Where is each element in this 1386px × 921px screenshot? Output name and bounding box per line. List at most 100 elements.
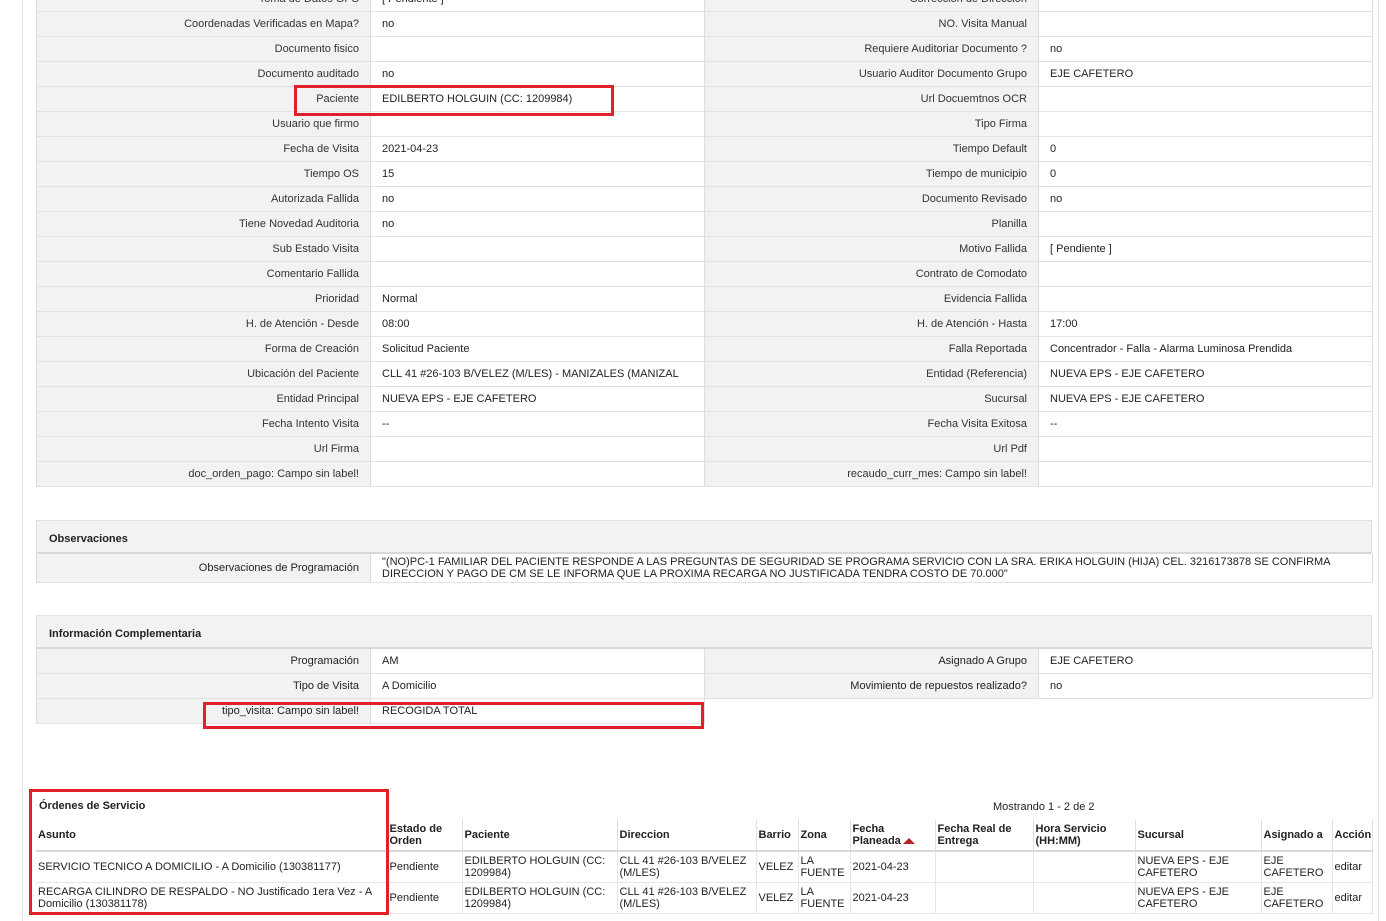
table-row[interactable]: SERVICIO TECNICO A DOMICILIO - A Domicil… xyxy=(36,851,1373,883)
field-value-entidad-principal: NUEVA EPS - EJE CAFETERO xyxy=(370,386,705,412)
column-header-hora-servicio-hh-mm[interactable]: Hora Servicio (HH:MM) xyxy=(1033,819,1136,852)
field-value-sucursal: NUEVA EPS - EJE CAFETERO xyxy=(1038,386,1373,412)
cell-fecha-real xyxy=(935,882,1034,914)
column-header-barrio[interactable]: Barrio xyxy=(756,819,799,852)
field-value-ubicacion-del-paciente: CLL 41 #26-103 B/VELEZ (M/LES) - MANIZAL… xyxy=(370,361,705,387)
observaciones-section: Observaciones Observaciones de Programac… xyxy=(36,520,1373,583)
column-header-asignado-a[interactable]: Asignado a xyxy=(1261,819,1333,852)
cell-estado: Pendiente xyxy=(387,851,463,883)
column-header-paciente[interactable]: Paciente xyxy=(462,819,618,852)
column-header-sucursal[interactable]: Sucursal xyxy=(1135,819,1262,852)
detail-row: Coordenadas Verificadas en Mapa? no NO. Vi… xyxy=(36,11,1373,37)
field-label-url-pdf: Url Pdf xyxy=(704,436,1039,462)
field-label-evidencia-fallida: Evidencia Fallida xyxy=(704,286,1039,312)
field-label-tipo-de-visita: Tipo de Visita xyxy=(36,673,371,699)
field-label-url-firma: Url Firma xyxy=(36,436,371,462)
cell-accion: editar xyxy=(1332,882,1373,914)
cell-accion: editar xyxy=(1332,851,1373,883)
detail-row: Comentario Fallida Contrato de Comodato xyxy=(36,261,1373,287)
column-header-label: Asignado a xyxy=(1263,828,1323,841)
field-label-fecha-de-visita: Fecha de Visita xyxy=(36,136,371,162)
cell-paciente: EDILBERTO HOLGUIN (CC: 1209984) xyxy=(462,851,618,883)
column-header-accion[interactable]: Acción xyxy=(1332,819,1373,852)
column-header-estado-de-orden[interactable]: Estado de Orden xyxy=(387,819,463,852)
column-header-fecha-planeada[interactable]: Fecha Planeada xyxy=(850,819,936,852)
column-header-zona[interactable]: Zona xyxy=(798,819,851,852)
field-label-correccion-de-direccion: Corrección de Dirección xyxy=(704,0,1039,12)
field-label-contrato-de-comodato: Contrato de Comodato xyxy=(704,261,1039,287)
field-label-entidad-referencia: Entidad (Referencia) xyxy=(704,361,1039,387)
field-value-tipo-firma xyxy=(1038,111,1373,137)
field-value-tiempo-default: 0 xyxy=(1038,136,1373,162)
field-label-coordenadas-verificadas-en-mapa: Coordenadas Verificadas en Mapa? xyxy=(36,11,371,37)
field-value-paciente: EDILBERTO HOLGUIN (CC: 1209984) xyxy=(370,86,705,112)
cell-barrio: VELEZ xyxy=(756,882,799,914)
sort-ascending-icon[interactable] xyxy=(902,837,915,844)
field-label-fecha-intento-visita: Fecha Intento Visita xyxy=(36,411,371,437)
field-label-fecha-visita-exitosa: Fecha Visita Exitosa xyxy=(704,411,1039,437)
table-row[interactable]: RECARGA CILINDRO DE RESPALDO - NO Justif… xyxy=(36,882,1373,914)
column-header-label: Barrio xyxy=(758,828,791,841)
field-label-sucursal: Sucursal xyxy=(704,386,1039,412)
field-value-movimiento-de-repuestos-realizado: no xyxy=(1038,673,1373,699)
field-value-usuario-auditor-documento-grupo: EJE CAFETERO xyxy=(1038,61,1373,87)
field-value-tiempo-os: 15 xyxy=(370,161,705,187)
field-label-documento-fisico: Documento fisico xyxy=(36,36,371,62)
column-header-asunto[interactable]: Asunto xyxy=(36,819,388,852)
field-value-sub-estado-visita xyxy=(370,236,705,262)
showing-suffix: de 2 xyxy=(1070,801,1095,813)
orders-title: Órdenes de Servicio xyxy=(39,800,146,812)
field-label-recaudo-curr-mes-campo-sin-label: recaudo_curr_mes: Campo sin label! xyxy=(704,461,1039,487)
field-value-programacion: AM xyxy=(370,649,705,674)
info-row: Programación AM Asignado A Grupo EJE CAFETE… xyxy=(36,649,1373,674)
field-label-sub-estado-visita: Sub Estado Visita xyxy=(36,236,371,262)
column-header-fecha-real-de-entrega[interactable]: Fecha Real de Entrega xyxy=(935,819,1034,852)
detail-row: Prioridad Normal Evidencia Fallida xyxy=(36,286,1373,312)
field-value-doc-orden-pago-campo-sin-label xyxy=(370,461,705,487)
field-value-documento-revisado: no xyxy=(1038,186,1373,212)
info-table: Programación AM Asignado A Grupo EJE CAFETE… xyxy=(36,649,1373,724)
column-header-label: Hora Servicio (HH:MM) xyxy=(1035,822,1107,847)
field-label-paciente: Paciente xyxy=(36,86,371,112)
field-value-no-visita-manual xyxy=(1038,11,1373,37)
field-label-doc-orden-pago-campo-sin-label: doc_orden_pago: Campo sin label! xyxy=(36,461,371,487)
field-value-forma-de-creacion: Solicitud Paciente xyxy=(370,336,705,362)
cell-paciente: EDILBERTO HOLGUIN (CC: 1209984) xyxy=(462,882,618,914)
field-label-motivo-fallida: Motivo Fallida xyxy=(704,236,1039,262)
column-header-label: Estado de Orden xyxy=(389,822,443,847)
field-label-movimiento-de-repuestos-realizado: Movimiento de repuestos realizado? xyxy=(704,673,1039,699)
field-value-motivo-fallida: [ Pendiente ] xyxy=(1038,236,1373,262)
column-header-label: Sucursal xyxy=(1137,828,1184,841)
field-label-tiempo-default: Tiempo Default xyxy=(704,136,1039,162)
column-header-label: Zona xyxy=(800,828,827,841)
showing-range: 1 - 2 xyxy=(1048,801,1071,813)
field-label-falla-reportada: Falla Reportada xyxy=(704,336,1039,362)
cell-asunto: SERVICIO TECNICO A DOMICILIO - A Domicil… xyxy=(36,851,388,883)
detail-row: Autorizada Fallida no Documento Revisado no xyxy=(36,186,1373,212)
cell-sucursal: NUEVA EPS - EJE CAFETERO xyxy=(1135,851,1262,883)
column-header-label: Fecha Planeada xyxy=(852,822,901,847)
field-label-usuario-auditor-documento-grupo: Usuario Auditor Documento Grupo xyxy=(704,61,1039,87)
info-last-label: tipo_visita: Campo sin label! xyxy=(36,698,371,724)
field-label-url-docuemtnos-ocr: Url Docuemtnos OCR xyxy=(704,86,1039,112)
detail-row: Sub Estado Visita Motivo Fallida[ Pendien… xyxy=(36,236,1373,262)
field-label-no-visita-manual: NO. Visita Manual xyxy=(704,11,1039,37)
column-header-direccion[interactable]: Direccion xyxy=(617,819,757,852)
edit-link[interactable]: editar xyxy=(1335,892,1363,904)
field-label-planilla: Planilla xyxy=(704,211,1039,237)
cell-zona: LA FUENTE xyxy=(798,851,851,883)
field-label-tipo-firma: Tipo Firma xyxy=(704,111,1039,137)
field-value-fecha-de-visita: 2021-04-23 xyxy=(370,136,705,162)
info-section: Información Complementaria Programación A… xyxy=(36,615,1373,724)
observaciones-table: Observaciones de Programación "(NO)PC-1 … xyxy=(36,554,1373,583)
detail-table: Toma de Datos GPS[ Pendiente ]Corrección… xyxy=(36,0,1373,487)
field-value-prioridad: Normal xyxy=(370,286,705,312)
edit-link[interactable]: editar xyxy=(1335,861,1363,873)
field-label-tiempo-de-municipio: Tiempo de municipio xyxy=(704,161,1039,187)
field-value-url-pdf xyxy=(1038,436,1373,462)
field-label-h-de-atencion-hasta: H. de Atención - Hasta xyxy=(704,311,1039,337)
field-value-coordenadas-verificadas-en-mapa: no xyxy=(370,11,705,37)
observaciones-title: Observaciones xyxy=(36,520,1372,554)
cell-direccion: CLL 41 #26-103 B/VELEZ (M/LES) xyxy=(617,851,757,883)
cell-hora-servicio xyxy=(1033,851,1136,883)
